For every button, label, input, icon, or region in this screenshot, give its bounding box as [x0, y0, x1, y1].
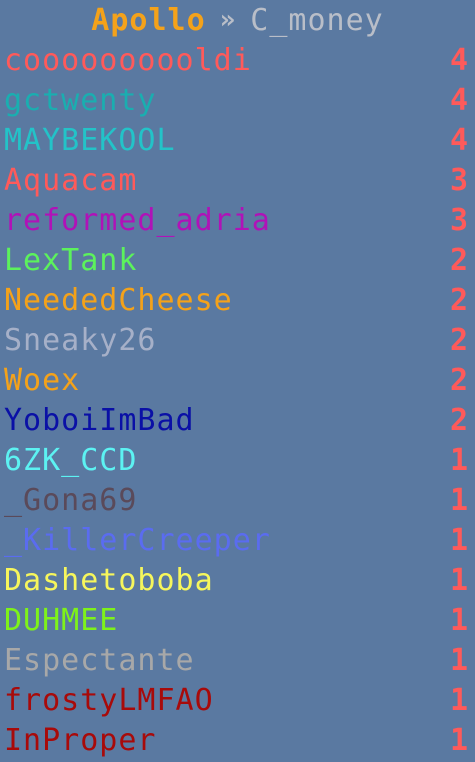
- player-row: MAYBEKOOL 4: [0, 120, 475, 160]
- player-row: 6ZK_CCD 1: [0, 440, 475, 480]
- player-score: 4: [449, 122, 469, 158]
- player-row: _KillerCreeper 1: [0, 520, 475, 560]
- player-row: coooooooooldi 4: [0, 40, 475, 80]
- player-score: 2: [449, 402, 469, 438]
- player-name: Aquacam: [4, 162, 138, 198]
- player-score: 1: [449, 602, 469, 638]
- player-name: YoboiImBad: [4, 402, 195, 438]
- player-score: 4: [449, 42, 469, 78]
- player-score: 3: [449, 162, 469, 198]
- player-score: 1: [449, 682, 469, 718]
- player-row: reformed_adria 3: [0, 200, 475, 240]
- player-score: 1: [449, 442, 469, 478]
- player-score: 2: [449, 242, 469, 278]
- player-score: 1: [449, 562, 469, 598]
- player-name: Dashetoboba: [4, 562, 214, 598]
- header-separator: »: [219, 5, 237, 35]
- player-row: Espectante 1: [0, 640, 475, 680]
- player-name: frostyLMFAO: [4, 682, 214, 718]
- player-name: Sneaky26: [4, 322, 157, 358]
- player-score: 2: [449, 282, 469, 318]
- player-name: MAYBEKOOL: [4, 122, 176, 158]
- player-name: 6ZK_CCD: [4, 442, 138, 478]
- player-name: reformed_adria: [4, 202, 271, 238]
- player-score: 3: [449, 202, 469, 238]
- objective-name: C_money: [250, 2, 384, 38]
- player-name: DUHMEE: [4, 602, 119, 638]
- player-row: YoboiImBad 2: [0, 400, 475, 440]
- player-row: InProper 1: [0, 720, 475, 760]
- player-name: InProper: [4, 722, 157, 758]
- player-row: gctwenty 4: [0, 80, 475, 120]
- player-list: coooooooooldi 4 gctwenty 4 MAYBEKOOL 4 Aquacam…: [0, 40, 475, 760]
- player-score: 1: [449, 722, 469, 758]
- player-score: 2: [449, 362, 469, 398]
- player-row: frostyLMFAO 1: [0, 680, 475, 720]
- player-name: Espectante: [4, 642, 195, 678]
- player-score: 1: [449, 522, 469, 558]
- player-row: DUHMEE 1: [0, 600, 475, 640]
- player-name: gctwenty: [4, 82, 157, 118]
- server-name: Apollo: [91, 2, 206, 38]
- player-score: 2: [449, 322, 469, 358]
- player-name: NeededCheese: [4, 282, 233, 318]
- player-row: Aquacam 3: [0, 160, 475, 200]
- player-name: coooooooooldi: [4, 42, 252, 78]
- player-name: _KillerCreeper: [4, 522, 271, 558]
- player-score: 1: [449, 482, 469, 518]
- player-row: LexTank 2: [0, 240, 475, 280]
- player-row: Dashetoboba 1: [0, 560, 475, 600]
- scoreboard: Apollo » C_money coooooooooldi 4 gctwenty 4…: [0, 0, 475, 762]
- player-name: Woex: [4, 362, 81, 398]
- player-score: 4: [449, 82, 469, 118]
- player-name: LexTank: [4, 242, 138, 278]
- player-row: NeededCheese 2: [0, 280, 475, 320]
- player-row: _Gona69 1: [0, 480, 475, 520]
- player-row: Woex 2: [0, 360, 475, 400]
- player-name: _Gona69: [4, 482, 138, 518]
- player-score: 1: [449, 642, 469, 678]
- player-row: Sneaky26 2: [0, 320, 475, 360]
- scoreboard-header: Apollo » C_money: [0, 0, 475, 40]
